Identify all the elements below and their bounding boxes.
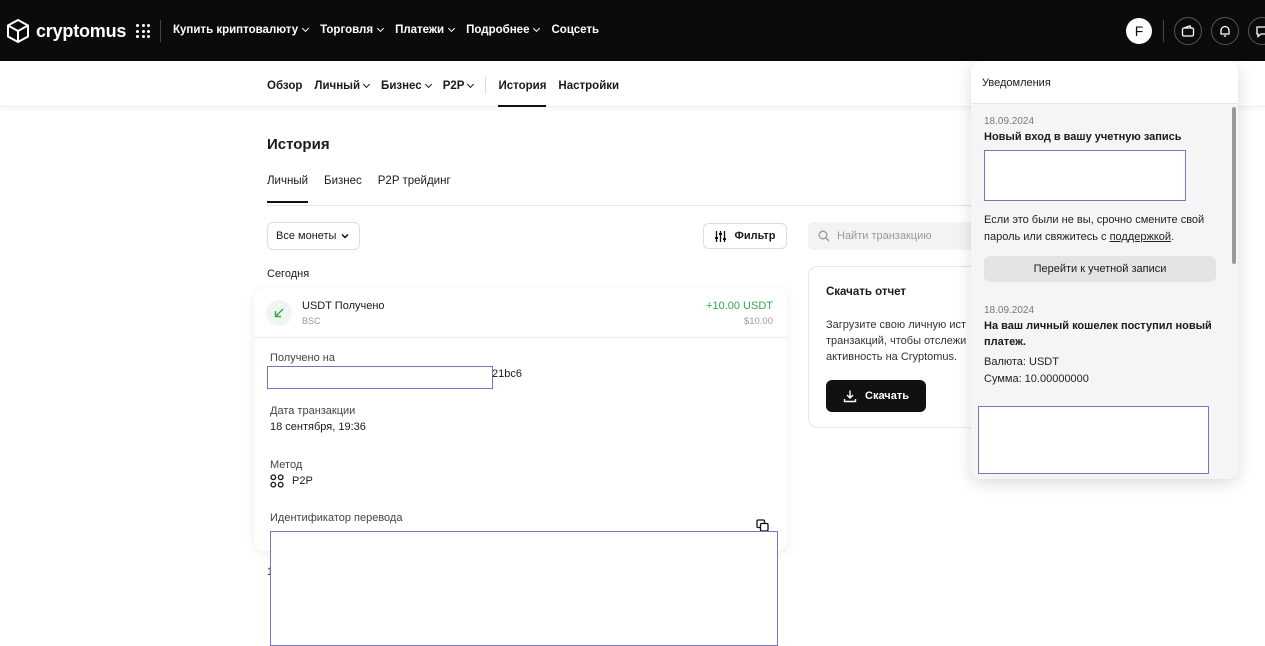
notification-date: 18.09.2024 bbox=[984, 116, 1035, 127]
method-value: P2P bbox=[292, 475, 313, 487]
top-bar: cryptomus Купить криптовалюту Торговля П… bbox=[0, 0, 1265, 61]
chevron-down-icon bbox=[448, 24, 456, 33]
search-input[interactable] bbox=[837, 230, 977, 242]
notifications-title: Уведомления bbox=[982, 77, 1051, 89]
notification-date: 18.09.2024 bbox=[984, 305, 1035, 316]
bell-icon bbox=[1220, 25, 1230, 37]
search-icon bbox=[818, 230, 830, 242]
subnav-p2p[interactable]: P2P bbox=[443, 78, 475, 94]
nav-payments[interactable]: Платежи bbox=[395, 24, 456, 36]
subnav-settings[interactable]: Настройки bbox=[558, 78, 619, 94]
download-button[interactable]: Скачать bbox=[826, 380, 926, 412]
section-today: Сегодня bbox=[267, 268, 310, 280]
chevron-down-icon bbox=[363, 80, 371, 89]
notifications-button[interactable] bbox=[1211, 17, 1239, 45]
chat-icon bbox=[1256, 26, 1265, 38]
tab-personal[interactable]: Личный bbox=[267, 175, 309, 203]
avatar[interactable]: F bbox=[1126, 18, 1152, 44]
chevron-down-icon bbox=[302, 24, 310, 33]
date-label: Дата транзакции bbox=[270, 405, 356, 417]
coin-select-label: Все монеты bbox=[276, 230, 337, 242]
notification-currency: Валюта: USDT bbox=[984, 356, 1059, 368]
transaction-amount: +10.00 USDT bbox=[706, 300, 773, 312]
brand-name: cryptomus bbox=[36, 20, 127, 41]
support-link[interactable]: поддержкой bbox=[1110, 231, 1171, 243]
download-label: Скачать bbox=[865, 390, 909, 402]
divider bbox=[485, 76, 487, 94]
chevron-down-icon bbox=[533, 24, 541, 33]
received-label: Получено на bbox=[270, 352, 335, 364]
date-value: 18 сентября, 19:36 bbox=[270, 421, 366, 433]
divider bbox=[1163, 20, 1164, 42]
tab-p2p-trading[interactable]: P2P трейдинг bbox=[378, 175, 451, 187]
notification-title: Новый вход в вашу учетную запись bbox=[984, 131, 1182, 143]
tabs-divider bbox=[267, 205, 976, 206]
main-nav: Купить криптовалюту Торговля Платежи Под… bbox=[173, 24, 599, 36]
download-report-card: Скачать отчет Загрузите свою личную ист … bbox=[808, 266, 988, 428]
transfer-id-label: Идентификатор перевода bbox=[270, 512, 403, 524]
chevron-down-icon bbox=[377, 24, 385, 33]
go-to-account-button[interactable]: Перейти к учетной записи bbox=[984, 256, 1216, 282]
nav-buy-crypto[interactable]: Купить криптовалюту bbox=[173, 24, 310, 36]
history-tabs: Личный Бизнес P2P трейдинг bbox=[267, 175, 451, 203]
transaction-network: BSC bbox=[302, 316, 321, 326]
redacted-address bbox=[267, 366, 493, 389]
notification-text: Если это были не вы, срочно смените свой… bbox=[984, 214, 1205, 243]
filter-button[interactable]: Фильтр bbox=[703, 223, 787, 249]
subnav-business[interactable]: Бизнес bbox=[381, 78, 432, 94]
chat-button[interactable] bbox=[1248, 17, 1265, 45]
redacted-login-details bbox=[984, 150, 1186, 201]
address-tail: 21bc6 bbox=[492, 368, 522, 380]
wallet-icon bbox=[1181, 24, 1195, 37]
method-label: Метод bbox=[270, 459, 303, 471]
notifications-list[interactable]: 18.09.2024 Новый вход в вашу учетную зап… bbox=[971, 104, 1238, 479]
wallet-button[interactable] bbox=[1174, 17, 1202, 45]
subnav-history[interactable]: История bbox=[498, 78, 546, 107]
chevron-down-icon bbox=[341, 233, 349, 239]
scrollbar-thumb[interactable] bbox=[1232, 107, 1236, 264]
redacted-transfer-id bbox=[270, 531, 778, 646]
nav-trading[interactable]: Торговля bbox=[320, 24, 385, 36]
transaction-header[interactable]: USDT Получено BSC +10.00 USDT $10.00 bbox=[254, 288, 787, 338]
p2p-icon bbox=[270, 474, 284, 488]
report-title: Скачать отчет bbox=[826, 286, 907, 298]
transaction-amount-usd: $10.00 bbox=[743, 316, 773, 327]
chevron-down-icon bbox=[424, 80, 432, 89]
transaction-name: USDT Получено bbox=[302, 300, 385, 312]
download-icon bbox=[843, 390, 857, 403]
notification-amount: Сумма: 10.00000000 bbox=[984, 373, 1089, 385]
notification-title: На ваш личный кошелек поступил новый пла… bbox=[984, 320, 1212, 348]
filter-label: Фильтр bbox=[734, 230, 776, 242]
transaction-card[interactable]: USDT Получено BSC +10.00 USDT $10.00 Пол… bbox=[254, 288, 787, 551]
cryptomus-logo[interactable]: cryptomus bbox=[7, 19, 126, 43]
arrow-down-left-icon bbox=[266, 300, 292, 326]
coin-select[interactable]: Все монеты bbox=[267, 222, 360, 250]
cube-logo-icon bbox=[7, 19, 29, 43]
nav-more[interactable]: Подробнее bbox=[466, 24, 541, 36]
divider bbox=[160, 20, 161, 42]
chevron-down-icon bbox=[467, 80, 475, 89]
sliders-icon bbox=[715, 230, 727, 242]
notifications-panel: Уведомления 18.09.2024 Новый вход в вашу… bbox=[971, 61, 1238, 479]
redacted-payment-details bbox=[978, 406, 1209, 474]
subnav-overview[interactable]: Обзор bbox=[267, 78, 302, 94]
subnav-personal[interactable]: Личный bbox=[314, 78, 371, 94]
tab-business[interactable]: Бизнес bbox=[324, 175, 362, 187]
transaction-search[interactable] bbox=[808, 222, 983, 250]
nav-social[interactable]: Соцсеть bbox=[551, 24, 599, 36]
apps-grid-icon[interactable] bbox=[136, 24, 150, 38]
page-title: История bbox=[267, 136, 330, 153]
